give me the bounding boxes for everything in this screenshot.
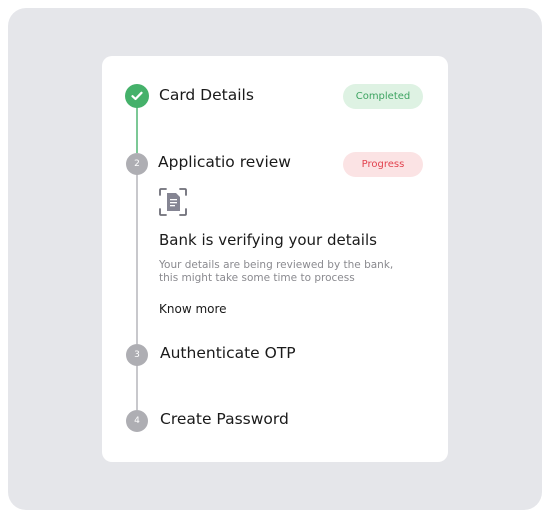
stepper-connector-pending — [136, 365, 138, 410]
stepper-connector-completed — [136, 107, 138, 153]
step-3-number-badge: 3 — [126, 344, 148, 366]
step-4-number-badge: 4 — [126, 410, 148, 432]
step-1-status-badge: Completed — [343, 84, 423, 109]
step-2-status-badge: Progress — [343, 152, 423, 177]
step-1-check-icon — [125, 84, 149, 108]
step-2-title[interactable]: Applicatio review — [158, 153, 291, 171]
know-more-link[interactable]: Know more — [159, 302, 227, 316]
verification-description: Your details are being reviewed by the b… — [159, 259, 394, 284]
step-4-title[interactable]: Create Password — [160, 410, 289, 428]
step-3-title[interactable]: Authenticate OTP — [160, 344, 296, 362]
step-2-number-badge: 2 — [126, 153, 148, 175]
document-scan-icon — [158, 187, 188, 217]
step-1-title[interactable]: Card Details — [159, 86, 254, 104]
verification-title: Bank is verifying your details — [159, 231, 377, 249]
stepper-connector-active — [136, 174, 138, 344]
